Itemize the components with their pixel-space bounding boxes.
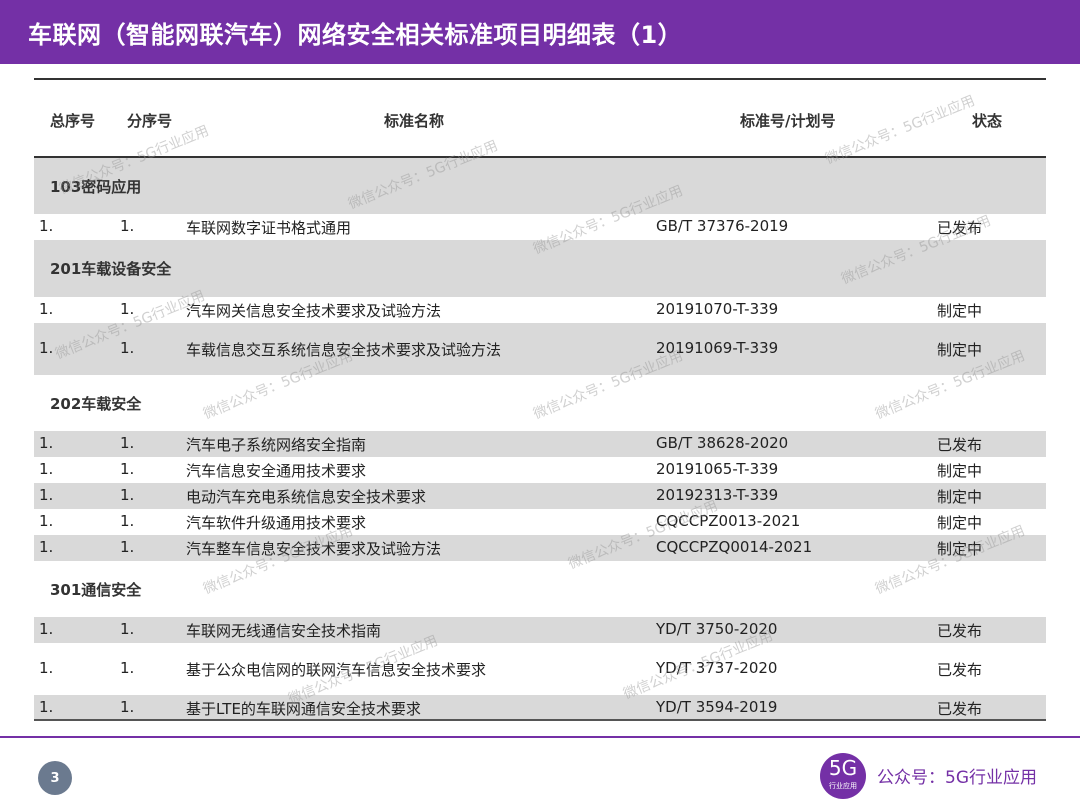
cell-std: CQCCPZQ0014-2021 [656, 538, 813, 556]
cell-sub: 1. [120, 620, 135, 638]
cell-std: YD/T 3594-2019 [656, 698, 778, 716]
cell-no: 1. [39, 434, 54, 452]
page-number: 3 [38, 761, 72, 795]
page-title: 车联网（智能网联汽车）网络安全相关标准项目明细表（1） [0, 0, 1080, 64]
section-label: 301通信安全 [50, 581, 142, 599]
cell-sub: 1. [120, 512, 135, 530]
cell-status: 制定中 [937, 540, 983, 558]
table-row: 1. 1. 汽车信息安全通用技术要求 20191065-T-339 制定中 [34, 457, 1046, 483]
header-status: 状态 [972, 112, 1003, 130]
cell-name: 汽车网关信息安全技术要求及试验方法 [186, 302, 442, 320]
header-standard-number: 标准号/计划号 [740, 112, 836, 130]
table-row: 1. 1. 汽车网关信息安全技术要求及试验方法 20191070-T-339 制… [34, 297, 1046, 323]
cell-std: 20191070-T-339 [656, 300, 779, 318]
table-row: 1. 1. 车联网数字证书格式通用 GB/T 37376-2019 已发布 [34, 214, 1046, 240]
cell-name: 基于LTE的车联网通信安全技术要求 [186, 700, 421, 718]
section-header: 201车载设备安全 [34, 240, 1046, 297]
cell-no: 1. [39, 659, 54, 677]
section-label: 201车载设备安全 [50, 260, 172, 278]
header-standard-name: 标准名称 [384, 112, 445, 130]
cell-name: 汽车电子系统网络安全指南 [186, 436, 367, 454]
cell-name: 电动汽车充电系统信息安全技术要求 [186, 488, 427, 506]
cell-status: 已发布 [937, 661, 983, 679]
section-label: 103密码应用 [50, 178, 142, 196]
table-header: 总序号 分序号 标准名称 标准号/计划号 状态 [34, 80, 1046, 158]
cell-sub: 1. [120, 300, 135, 318]
table-row: 1. 1. 车载信息交互系统信息安全技术要求及试验方法 20191069-T-3… [34, 323, 1046, 375]
cell-status: 已发布 [937, 700, 983, 718]
cell-std: 20191069-T-339 [656, 339, 779, 357]
table-row: 1. 1. 车联网无线通信安全技术指南 YD/T 3750-2020 已发布 [34, 617, 1046, 643]
cell-std: CQCCPZ0013-2021 [656, 512, 801, 530]
header-sub-no: 分序号 [127, 112, 173, 130]
cell-name: 车联网无线通信安全技术指南 [186, 622, 382, 640]
section-label: 202车载安全 [50, 395, 142, 413]
cell-status: 制定中 [937, 488, 983, 506]
cell-sub: 1. [120, 538, 135, 556]
table-row: 1. 1. 基于LTE的车联网通信安全技术要求 YD/T 3594-2019 已… [34, 695, 1046, 721]
cell-name: 汽车整车信息安全技术要求及试验方法 [186, 540, 442, 558]
cell-no: 1. [39, 538, 54, 556]
cell-std: YD/T 3737-2020 [656, 659, 778, 677]
cell-sub: 1. [120, 486, 135, 504]
cell-sub: 1. [120, 659, 135, 677]
table-bottom-rule [34, 719, 1046, 721]
cell-name: 汽车信息安全通用技术要求 [186, 462, 367, 480]
header-total-no: 总序号 [50, 112, 96, 130]
cell-no: 1. [39, 300, 54, 318]
cell-name: 汽车软件升级通用技术要求 [186, 514, 367, 532]
section-header: 301通信安全 [34, 561, 1046, 617]
cell-status: 制定中 [937, 341, 983, 359]
cell-no: 1. [39, 217, 54, 235]
cell-name: 基于公众电信网的联网汽车信息安全技术要求 [186, 661, 487, 679]
cell-std: 20191065-T-339 [656, 460, 779, 478]
table-row: 1. 1. 汽车软件升级通用技术要求 CQCCPZ0013-2021 制定中 [34, 509, 1046, 535]
cell-std: GB/T 37376-2019 [656, 217, 789, 235]
cell-status: 制定中 [937, 462, 983, 480]
standards-table: 总序号 分序号 标准名称 标准号/计划号 状态 103密码应用 1. 1. 车联… [34, 78, 1046, 721]
cell-no: 1. [39, 512, 54, 530]
logo-main-text: 5G [828, 756, 858, 780]
section-header: 202车载安全 [34, 375, 1046, 431]
table-row: 1. 1. 电动汽车充电系统信息安全技术要求 20192313-T-339 制定… [34, 483, 1046, 509]
cell-std: GB/T 38628-2020 [656, 434, 789, 452]
logo-sub-text: 行业应用 [829, 782, 857, 790]
footer-divider [0, 736, 1080, 738]
section-header: 103密码应用 [34, 158, 1046, 214]
cell-no: 1. [39, 486, 54, 504]
cell-no: 1. [39, 620, 54, 638]
cell-sub: 1. [120, 434, 135, 452]
cell-no: 1. [39, 698, 54, 716]
cell-status: 已发布 [937, 219, 983, 237]
cell-name: 车载信息交互系统信息安全技术要求及试验方法 [186, 341, 502, 359]
cell-std: YD/T 3750-2020 [656, 620, 778, 638]
cell-sub: 1. [120, 217, 135, 235]
table-row: 1. 1. 汽车电子系统网络安全指南 GB/T 38628-2020 已发布 [34, 431, 1046, 457]
cell-sub: 1. [120, 460, 135, 478]
cell-sub: 1. [120, 339, 135, 357]
cell-status: 制定中 [937, 302, 983, 320]
cell-no: 1. [39, 339, 54, 357]
cell-status: 制定中 [937, 514, 983, 532]
5g-logo: 5G 行业应用 [820, 753, 866, 799]
cell-std: 20192313-T-339 [656, 486, 779, 504]
footer-account: 公众号：5G行业应用 [877, 768, 1037, 788]
cell-name: 车联网数字证书格式通用 [186, 219, 352, 237]
table-row: 1. 1. 基于公众电信网的联网汽车信息安全技术要求 YD/T 3737-202… [34, 643, 1046, 695]
cell-status: 已发布 [937, 622, 983, 640]
cell-no: 1. [39, 460, 54, 478]
table-row: 1. 1. 汽车整车信息安全技术要求及试验方法 CQCCPZQ0014-2021… [34, 535, 1046, 561]
cell-sub: 1. [120, 698, 135, 716]
cell-status: 已发布 [937, 436, 983, 454]
